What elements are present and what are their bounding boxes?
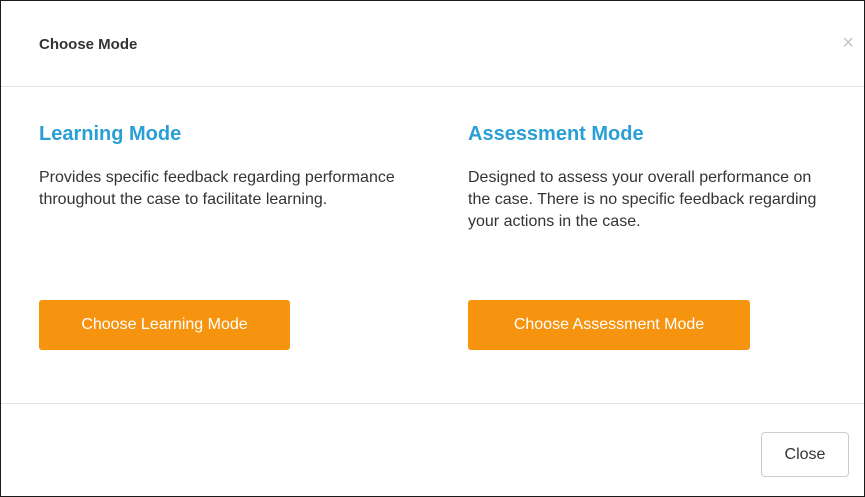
- dialog-header: Choose Mode ×: [1, 1, 864, 87]
- learning-mode-description: Provides specific feedback regarding per…: [39, 169, 395, 208]
- dialog-footer: Close: [1, 403, 864, 496]
- choose-mode-dialog: Choose Mode × Learning Mode Provides spe…: [0, 0, 865, 497]
- close-button[interactable]: Close: [761, 432, 849, 477]
- assessment-mode-description: Designed to assess your overall perfor­m…: [468, 169, 817, 230]
- dialog-body: Learning Mode Provides specific feedback…: [1, 87, 864, 403]
- assessment-mode-heading: Assessment Mode: [468, 123, 644, 145]
- learning-mode-heading: Learning Mode: [39, 123, 182, 145]
- close-icon[interactable]: ×: [842, 33, 854, 53]
- dialog-title: Choose Mode: [39, 36, 138, 53]
- choose-assessment-mode-button[interactable]: Choose Assessment Mode: [468, 300, 750, 350]
- choose-learning-mode-button[interactable]: Choose Learning Mode: [39, 300, 290, 350]
